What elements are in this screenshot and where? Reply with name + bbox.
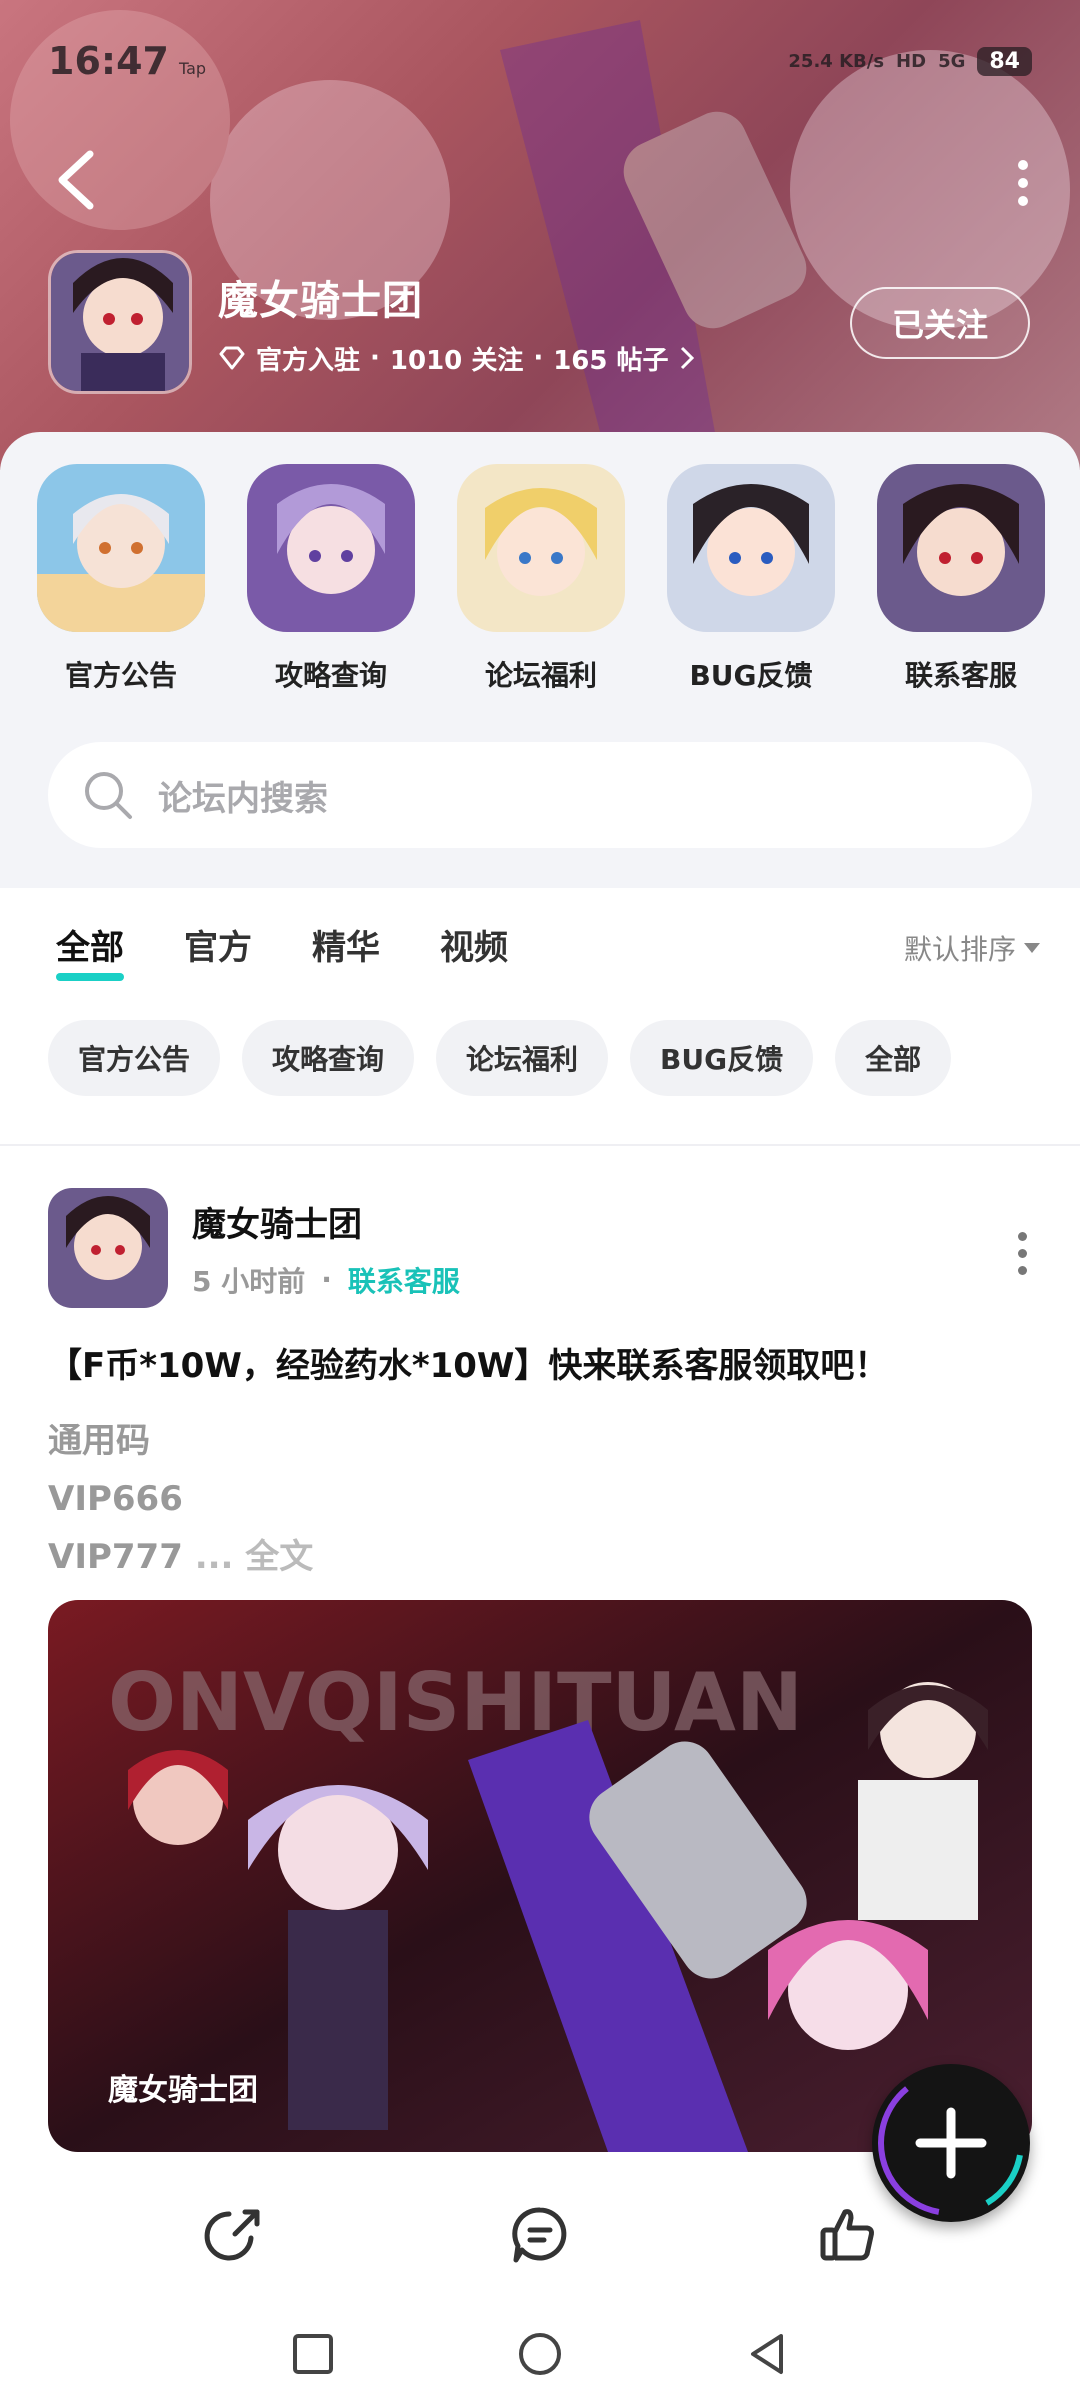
share-icon [204, 2209, 260, 2261]
shortcut-customer-service[interactable]: 联系客服 [876, 464, 1046, 694]
shortcut-announcement[interactable]: 官方公告 [36, 464, 206, 694]
group-meta[interactable]: 官方入驻 · 1010 关注 · 165 帖子 [218, 340, 695, 377]
sort-label: 默认排序 [903, 933, 1016, 966]
tab-video[interactable]: 视频 [440, 920, 508, 969]
like-button[interactable] [807, 2194, 887, 2274]
shortcut-thumb [457, 464, 625, 632]
sort-dropdown[interactable]: 默认排序 [904, 928, 1040, 968]
search-placeholder: 论坛内搜索 [158, 778, 328, 819]
post-time: 5 小时前 [192, 1264, 306, 1298]
post-author[interactable]: 魔女骑士团 [192, 1197, 460, 1246]
image-watermark: 魔女骑士团 [108, 2073, 258, 2108]
group-profile: 魔女骑士团 官方入驻 · 1010 关注 · 165 帖子 [48, 250, 695, 394]
author-avatar[interactable] [48, 1188, 168, 1308]
post-title[interactable]: 【F币*10W，经验药水*10W】快来联系客服领取吧！ [48, 1338, 1038, 1387]
tab-all[interactable]: 全部 [56, 920, 124, 981]
status-icons: 25.4 KB/s HD 5G 84 [788, 46, 1032, 76]
chip-guide[interactable]: 攻略查询 [242, 1020, 415, 1096]
group-name: 魔女骑士团 [218, 277, 423, 324]
followed-button[interactable]: 已关注 [850, 287, 1030, 359]
back-nav-icon[interactable] [745, 2332, 789, 2376]
share-button[interactable] [193, 2194, 273, 2274]
post-category-tag[interactable]: 联系客服 [348, 1260, 460, 1300]
shortcut-thumb [877, 464, 1045, 632]
post-author-info: 魔女骑士团 5 小时前 · 联系客服 [192, 1197, 460, 1300]
shortcut-thumb [667, 464, 835, 632]
category-chips: 官方公告 攻略查询 论坛福利 BUG反馈 全部 [48, 1020, 952, 1096]
shortcut-thumb [247, 464, 415, 632]
post-header: 魔女骑士团 5 小时前 · 联系客服 [48, 1188, 460, 1308]
quick-links-panel: 官方公告 攻略查询 论坛福利 BUG反馈 联系客服 论坛内搜索 [0, 432, 1080, 888]
forum-header: 16:47 Tap 25.4 KB/s HD 5G 84 魔女骑士团 官方入驻 … [0, 0, 1080, 470]
comment-button[interactable] [500, 2194, 580, 2274]
status-time: 16:47 Tap [48, 39, 207, 83]
status-bar: 16:47 Tap 25.4 KB/s HD 5G 84 [48, 36, 1032, 86]
recent-apps-icon[interactable] [291, 2332, 335, 2376]
shortcut-guide[interactable]: 攻略查询 [246, 464, 416, 694]
post-count: 165 帖子 [553, 345, 669, 376]
more-options-icon[interactable] [1018, 160, 1030, 206]
group-info: 魔女骑士团 官方入驻 · 1010 关注 · 165 帖子 [218, 268, 695, 377]
system-nav-bar [0, 2300, 1080, 2408]
tab-featured[interactable]: 精华 [312, 920, 380, 969]
diamond-icon [219, 346, 245, 370]
post-actions [0, 2184, 1080, 2284]
official-badge: 官方入驻 [256, 345, 361, 376]
thumbs-up-icon [820, 2209, 874, 2261]
chip-bug-report[interactable]: BUG反馈 [630, 1020, 814, 1096]
divider [0, 1144, 1080, 1146]
chevron-right-icon [680, 346, 694, 370]
caret-down-icon [1024, 943, 1040, 953]
net-speed: 25.4 KB/s [788, 50, 885, 72]
chip-all[interactable]: 全部 [835, 1020, 952, 1096]
post-more-icon[interactable] [1018, 1232, 1030, 1275]
follower-count: 1010 关注 [389, 345, 524, 376]
group-avatar[interactable] [48, 250, 192, 394]
back-icon[interactable] [52, 148, 102, 212]
feed-tabs: 全部 官方 精华 视频 [56, 920, 508, 981]
shortcut-bug-report[interactable]: BUG反馈 [666, 464, 836, 694]
shortcut-thumb [37, 464, 205, 632]
tab-official[interactable]: 官方 [184, 920, 252, 969]
chip-announcement[interactable]: 官方公告 [48, 1020, 221, 1096]
post-body[interactable]: 通用码 VIP666 VIP777 ... 全文 [48, 1412, 313, 1586]
signal-5g-icon: 5G [938, 50, 966, 72]
chip-welfare[interactable]: 论坛福利 [436, 1020, 609, 1096]
home-icon[interactable] [516, 2330, 564, 2378]
shortcut-row: 官方公告 攻略查询 论坛福利 BUG反馈 联系客服 [36, 464, 1046, 694]
shortcut-welfare[interactable]: 论坛福利 [456, 464, 626, 694]
hd-icon: HD [896, 50, 927, 72]
read-more-link[interactable]: ... 全文 [195, 1537, 314, 1577]
post-meta: 5 小时前 · 联系客服 [192, 1260, 460, 1300]
forum-search-bar[interactable]: 论坛内搜索 [48, 742, 1032, 848]
battery-icon: 84 [977, 46, 1032, 76]
svg-text:ONVQISHITUAN: ONVQISHITUAN [108, 1656, 803, 1749]
search-icon [85, 772, 132, 819]
comment-icon [512, 2207, 567, 2263]
